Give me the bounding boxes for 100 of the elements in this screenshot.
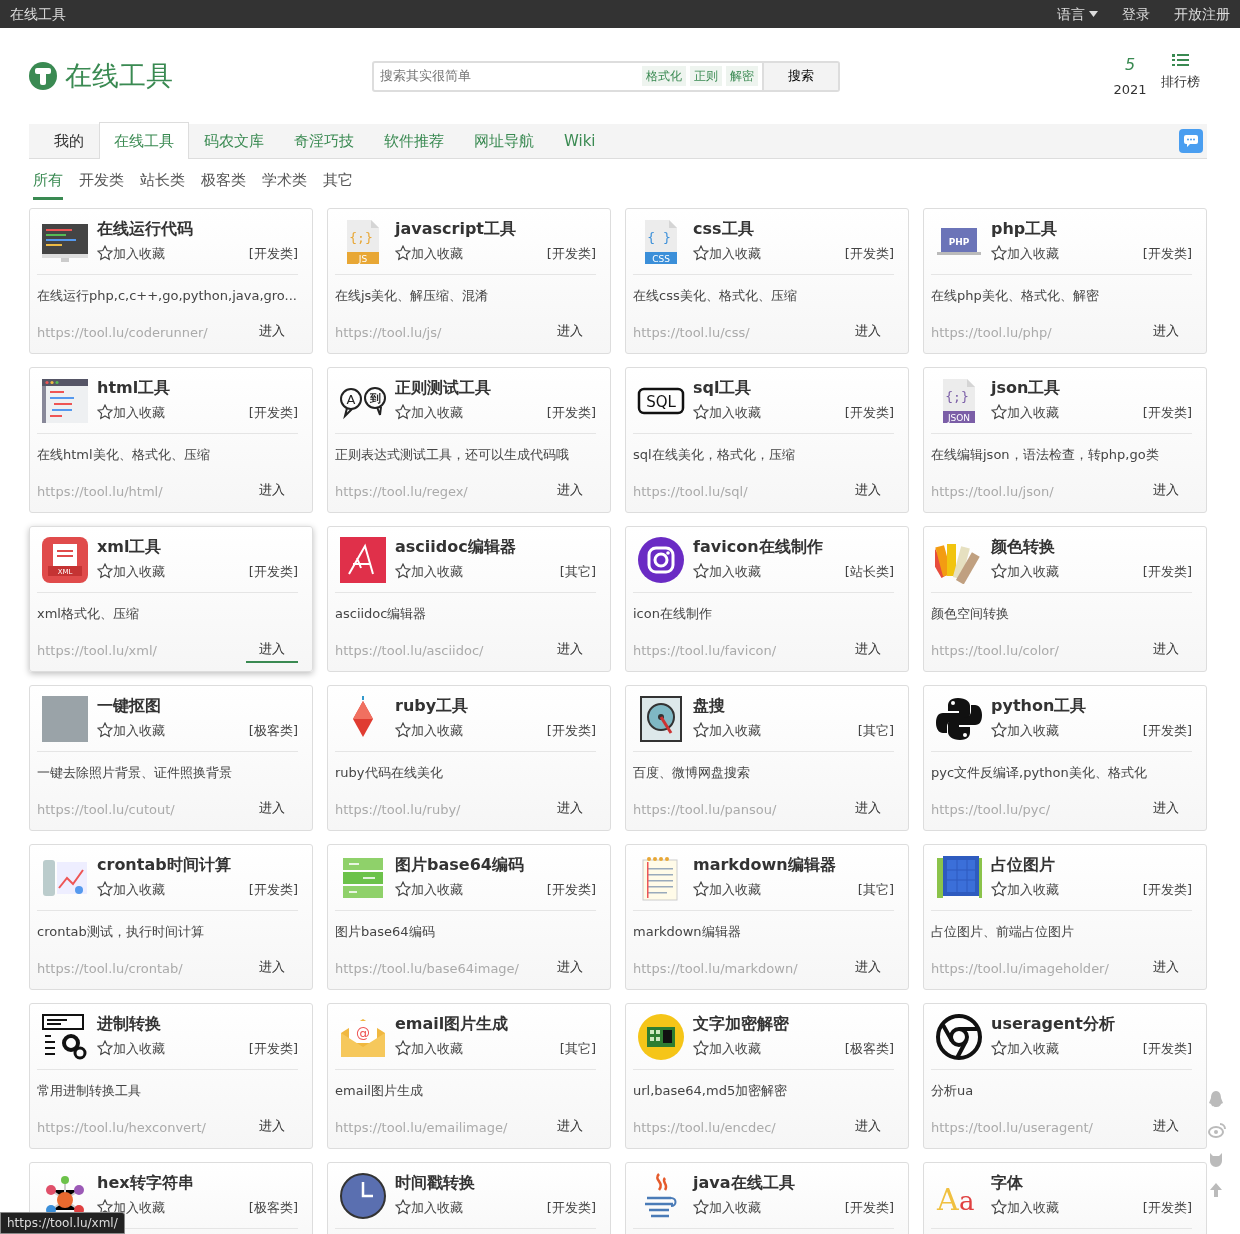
- favorite-link[interactable]: 加入收藏: [991, 879, 1059, 899]
- stat-label[interactable]: 排行榜: [1160, 71, 1200, 92]
- search-tag-link[interactable]: 解密: [726, 66, 758, 86]
- favorite-link[interactable]: 加入收藏: [97, 879, 165, 899]
- favorite-link[interactable]: 加入收藏: [693, 879, 761, 899]
- search-button[interactable]: 搜索: [762, 62, 838, 90]
- tool-title[interactable]: javascript工具: [395, 217, 596, 240]
- tool-title[interactable]: css工具: [693, 217, 894, 240]
- favorite-link[interactable]: 加入收藏: [395, 720, 463, 740]
- chat-button[interactable]: [1179, 129, 1203, 153]
- category-filter[interactable]: 学术类: [262, 167, 307, 200]
- tool-title[interactable]: 图片base64编码: [395, 853, 596, 876]
- enter-link[interactable]: 进入: [246, 480, 298, 504]
- tool-title[interactable]: 进制转换: [97, 1012, 298, 1035]
- favorite-link[interactable]: 加入收藏: [395, 243, 463, 263]
- top-link[interactable]: 语言: [1057, 3, 1098, 25]
- enter-link[interactable]: 进入: [1140, 798, 1192, 822]
- enter-link[interactable]: 进入: [842, 480, 894, 504]
- favorite-link[interactable]: 加入收藏: [97, 402, 165, 422]
- enter-link[interactable]: 进入: [1140, 957, 1192, 981]
- search-tag-link[interactable]: 正则: [690, 66, 722, 86]
- enter-link[interactable]: 进入: [246, 798, 298, 822]
- favorite-link[interactable]: 加入收藏: [693, 402, 761, 422]
- nav-tab[interactable]: 码农文库: [189, 121, 279, 159]
- tool-title[interactable]: favicon在线制作: [693, 535, 894, 558]
- favorite-link[interactable]: 加入收藏: [693, 243, 761, 263]
- favorite-link[interactable]: 加入收藏: [395, 879, 463, 899]
- tool-title[interactable]: xml工具: [97, 535, 298, 558]
- enter-link[interactable]: 进入: [544, 1116, 596, 1140]
- category-filter[interactable]: 极客类: [201, 167, 246, 200]
- tool-title[interactable]: 文字加密解密: [693, 1012, 894, 1035]
- tool-title[interactable]: sql工具: [693, 376, 894, 399]
- tool-title[interactable]: crontab时间计算: [97, 853, 298, 876]
- tool-title[interactable]: php工具: [991, 217, 1192, 240]
- search-tag-link[interactable]: 格式化: [642, 66, 686, 86]
- nav-tab[interactable]: Wiki: [549, 121, 611, 159]
- enter-link[interactable]: 进入: [842, 321, 894, 345]
- tool-title[interactable]: 占位图片: [991, 853, 1192, 876]
- tool-title[interactable]: 一键抠图: [97, 694, 298, 717]
- favorite-link[interactable]: 加入收藏: [991, 720, 1059, 740]
- favorite-link[interactable]: 加入收藏: [97, 561, 165, 581]
- search-field[interactable]: 搜索其实很简单 格式化 正则 解密 搜索: [372, 60, 840, 92]
- tool-title[interactable]: email图片生成: [395, 1012, 596, 1035]
- category-filter[interactable]: 所有: [33, 167, 63, 200]
- favorite-link[interactable]: 加入收藏: [395, 402, 463, 422]
- enter-link[interactable]: 进入: [246, 639, 298, 663]
- favorite-link[interactable]: 加入收藏: [97, 1038, 165, 1058]
- tool-title[interactable]: 颜色转换: [991, 535, 1192, 558]
- enter-link[interactable]: 进入: [1140, 480, 1192, 504]
- favorite-link[interactable]: 加入收藏: [991, 243, 1059, 263]
- enter-link[interactable]: 进入: [544, 321, 596, 345]
- nav-tab[interactable]: 网址导航: [459, 121, 549, 159]
- enter-link[interactable]: 进入: [1140, 639, 1192, 663]
- top-link[interactable]: 登录: [1122, 3, 1150, 25]
- favorite-link[interactable]: 加入收藏: [395, 1197, 463, 1217]
- favorite-link[interactable]: 加入收藏: [693, 1197, 761, 1217]
- enter-link[interactable]: 进入: [246, 957, 298, 981]
- nav-tab[interactable]: 软件推荐: [369, 121, 459, 159]
- tool-title[interactable]: 在线运行代码: [97, 217, 298, 240]
- nav-tab[interactable]: 在线工具: [99, 121, 189, 159]
- tool-title[interactable]: 正则测试工具: [395, 376, 596, 399]
- favorite-link[interactable]: 加入收藏: [97, 243, 165, 263]
- tool-title[interactable]: ruby工具: [395, 694, 596, 717]
- favorite-link[interactable]: 加入收藏: [991, 402, 1059, 422]
- favorite-link[interactable]: 加入收藏: [693, 720, 761, 740]
- favorite-link[interactable]: 加入收藏: [693, 1038, 761, 1058]
- enter-link[interactable]: 进入: [1140, 321, 1192, 345]
- category-filter[interactable]: 站长类: [140, 167, 185, 200]
- enter-link[interactable]: 进入: [544, 480, 596, 504]
- enter-link[interactable]: 进入: [842, 639, 894, 663]
- tool-title[interactable]: markdown编辑器: [693, 853, 894, 876]
- tool-title[interactable]: asciidoc编辑器: [395, 535, 596, 558]
- tool-title[interactable]: json工具: [991, 376, 1192, 399]
- nav-tab[interactable]: 奇淫巧技: [279, 121, 369, 159]
- favorite-link[interactable]: 加入收藏: [97, 720, 165, 740]
- tool-title[interactable]: 字体: [991, 1171, 1192, 1194]
- enter-link[interactable]: 进入: [246, 1116, 298, 1140]
- tool-title[interactable]: hex转字符串: [97, 1171, 298, 1194]
- favorite-link[interactable]: 加入收藏: [395, 561, 463, 581]
- favorite-link[interactable]: 加入收藏: [991, 1038, 1059, 1058]
- tool-title[interactable]: java在线工具: [693, 1171, 894, 1194]
- enter-link[interactable]: 进入: [842, 1116, 894, 1140]
- tool-title[interactable]: python工具: [991, 694, 1192, 717]
- tool-title[interactable]: 时间戳转换: [395, 1171, 596, 1194]
- top-link[interactable]: 开放注册: [1174, 3, 1230, 25]
- favorite-link[interactable]: 加入收藏: [395, 1038, 463, 1058]
- favorite-link[interactable]: 加入收藏: [991, 1197, 1059, 1217]
- favorite-link[interactable]: 加入收藏: [991, 561, 1059, 581]
- enter-link[interactable]: 进入: [1140, 1116, 1192, 1140]
- category-filter[interactable]: 其它: [323, 167, 353, 200]
- tool-title[interactable]: useragent分析: [991, 1012, 1192, 1035]
- enter-link[interactable]: 进入: [544, 639, 596, 663]
- enter-link[interactable]: 进入: [544, 957, 596, 981]
- enter-link[interactable]: 进入: [842, 957, 894, 981]
- tool-title[interactable]: html工具: [97, 376, 298, 399]
- enter-link[interactable]: 进入: [246, 321, 298, 345]
- favorite-link[interactable]: 加入收藏: [693, 561, 761, 581]
- enter-link[interactable]: 进入: [544, 798, 596, 822]
- tool-title[interactable]: 盘搜: [693, 694, 894, 717]
- enter-link[interactable]: 进入: [842, 798, 894, 822]
